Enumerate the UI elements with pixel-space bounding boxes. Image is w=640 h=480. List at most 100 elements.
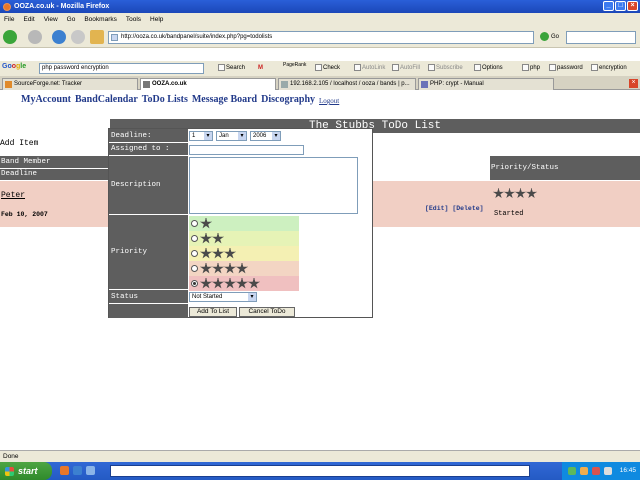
options-button[interactable]: Options bbox=[474, 64, 503, 73]
check-icon bbox=[315, 64, 322, 71]
edit-link[interactable]: [Edit] bbox=[425, 205, 448, 212]
search-icon bbox=[218, 64, 225, 71]
priority-star-icon bbox=[212, 277, 224, 289]
priority-star-icon bbox=[236, 277, 248, 289]
maximize-button[interactable]: □ bbox=[615, 1, 626, 11]
priority-star-icon bbox=[200, 217, 212, 229]
priority-radio[interactable] bbox=[191, 280, 198, 287]
start-button[interactable]: start bbox=[0, 462, 52, 480]
tab-ooza[interactable]: OOZA.co.uk bbox=[140, 78, 276, 90]
add-item-link[interactable]: Add Item bbox=[0, 139, 38, 148]
priority-option-4[interactable] bbox=[189, 261, 299, 276]
ie-quicklaunch-icon[interactable] bbox=[73, 466, 82, 475]
menu-view[interactable]: View bbox=[44, 16, 58, 23]
priority-option-3[interactable] bbox=[189, 246, 299, 261]
subscribe-button[interactable]: Subscribe bbox=[428, 64, 463, 73]
priority-option-2[interactable] bbox=[189, 231, 299, 246]
menu-bookmarks[interactable]: Bookmarks bbox=[84, 16, 117, 23]
close-button[interactable]: × bbox=[627, 1, 638, 11]
autofill-button[interactable]: AutoFill bbox=[392, 64, 420, 73]
tray-app-icon[interactable] bbox=[592, 467, 600, 475]
taskbar: start 16:45 bbox=[0, 462, 640, 480]
priority-radio[interactable] bbox=[191, 235, 198, 242]
tab-label: OOZA.co.uk bbox=[152, 81, 187, 87]
status-select[interactable]: Not Started bbox=[189, 292, 257, 302]
description-textarea[interactable] bbox=[189, 157, 358, 214]
priority-option-5[interactable] bbox=[189, 276, 299, 291]
check-button[interactable]: Check bbox=[315, 64, 340, 73]
tab-label: PHP: crypt - Manual bbox=[430, 81, 484, 87]
row-member-link[interactable]: Peter bbox=[1, 191, 25, 200]
delete-link[interactable]: [Delete] bbox=[452, 205, 483, 212]
nav-discography[interactable]: Discography bbox=[261, 94, 315, 105]
priority-star-icon bbox=[212, 262, 224, 274]
menu-file[interactable]: File bbox=[4, 16, 14, 23]
highlight-term-password[interactable]: password bbox=[549, 64, 583, 73]
priority-star-icon bbox=[224, 277, 236, 289]
options-icon bbox=[474, 64, 481, 71]
priority-radio[interactable] bbox=[191, 250, 198, 257]
google-logo-part: le bbox=[20, 63, 27, 70]
priority-radio[interactable] bbox=[191, 220, 198, 227]
sourceforge-icon bbox=[5, 81, 12, 88]
go-button[interactable]: Go bbox=[540, 31, 559, 44]
desktop-quicklaunch-icon[interactable] bbox=[86, 466, 95, 475]
google-search-button[interactable]: Search bbox=[218, 64, 245, 73]
search-input[interactable] bbox=[566, 31, 636, 44]
menu-go[interactable]: Go bbox=[67, 16, 76, 23]
priority-star-icon bbox=[515, 188, 526, 199]
taskbar-window-button[interactable] bbox=[110, 465, 530, 477]
nav-todo-lists[interactable]: ToDo Lists bbox=[142, 94, 188, 105]
nav-bandcalendar[interactable]: BandCalendar bbox=[75, 94, 138, 105]
menu-help[interactable]: Help bbox=[150, 16, 163, 23]
nav-myaccount[interactable]: MyAccount bbox=[21, 94, 71, 105]
tab-php-manual[interactable]: PHP: crypt - Manual bbox=[418, 78, 554, 90]
tab-label: 192.168.2.105 / localhost / ooza / bands… bbox=[290, 81, 410, 87]
cancel-todo-button[interactable]: Cancel ToDo bbox=[239, 307, 295, 317]
pagerank-label: PageRank bbox=[283, 62, 307, 68]
page-icon bbox=[281, 81, 288, 88]
tab-sourceforge[interactable]: SourceForge.net: Tracker bbox=[2, 78, 138, 90]
row-deadline: Feb 10, 2007 bbox=[1, 211, 48, 218]
reload-icon[interactable] bbox=[52, 30, 66, 44]
status-bar: Done bbox=[0, 450, 640, 462]
subscribe-label: Subscribe bbox=[436, 65, 463, 72]
highlight-term-encryption[interactable]: encryption bbox=[591, 64, 627, 73]
status-text: Done bbox=[3, 453, 19, 460]
autolink-button[interactable]: AutoLink bbox=[354, 64, 385, 73]
url-input[interactable]: http://ooza.co.uk/bandpanel/suite/index.… bbox=[108, 31, 534, 44]
google-search-input[interactable]: php password encryption bbox=[39, 63, 204, 74]
menu-edit[interactable]: Edit bbox=[23, 16, 34, 23]
highlight-term-php[interactable]: php bbox=[522, 64, 540, 73]
gmail-icon[interactable]: M bbox=[258, 64, 263, 73]
priority-radio[interactable] bbox=[191, 265, 198, 272]
close-tab-icon[interactable]: × bbox=[629, 79, 638, 88]
nav-message-board[interactable]: Message Board bbox=[192, 94, 257, 105]
go-label: Go bbox=[551, 34, 560, 40]
minimize-button[interactable]: _ bbox=[603, 1, 614, 11]
priority-star-icon bbox=[224, 247, 236, 259]
menu-tools[interactable]: Tools bbox=[126, 16, 141, 23]
tab-phpmyadmin[interactable]: 192.168.2.105 / localhost / ooza / bands… bbox=[278, 78, 416, 90]
back-icon[interactable] bbox=[3, 30, 17, 44]
priority-star-icon bbox=[504, 188, 515, 199]
home-icon[interactable] bbox=[90, 30, 104, 44]
forward-icon[interactable] bbox=[28, 30, 42, 44]
stop-icon[interactable] bbox=[71, 30, 85, 44]
firefox-quicklaunch-icon[interactable] bbox=[60, 466, 69, 475]
status-label: Status bbox=[109, 290, 188, 304]
tray-network-icon[interactable] bbox=[568, 467, 576, 475]
column-deadline: Deadline bbox=[0, 169, 110, 180]
deadline-day-select[interactable]: 1 bbox=[189, 131, 213, 141]
priority-star-icon bbox=[200, 262, 212, 274]
deadline-year-select[interactable]: 2006 bbox=[250, 131, 281, 141]
add-to-list-button[interactable]: Add To List bbox=[189, 307, 237, 317]
priority-option-1[interactable] bbox=[189, 216, 299, 231]
deadline-month-select[interactable]: Jan bbox=[216, 131, 247, 141]
form-button-row bbox=[109, 304, 188, 319]
logout-link[interactable]: Logout bbox=[319, 97, 339, 105]
assigned-input[interactable] bbox=[189, 145, 304, 155]
system-tray: 16:45 bbox=[562, 462, 640, 480]
tray-security-icon[interactable] bbox=[580, 467, 588, 475]
tray-volume-icon[interactable] bbox=[604, 467, 612, 475]
